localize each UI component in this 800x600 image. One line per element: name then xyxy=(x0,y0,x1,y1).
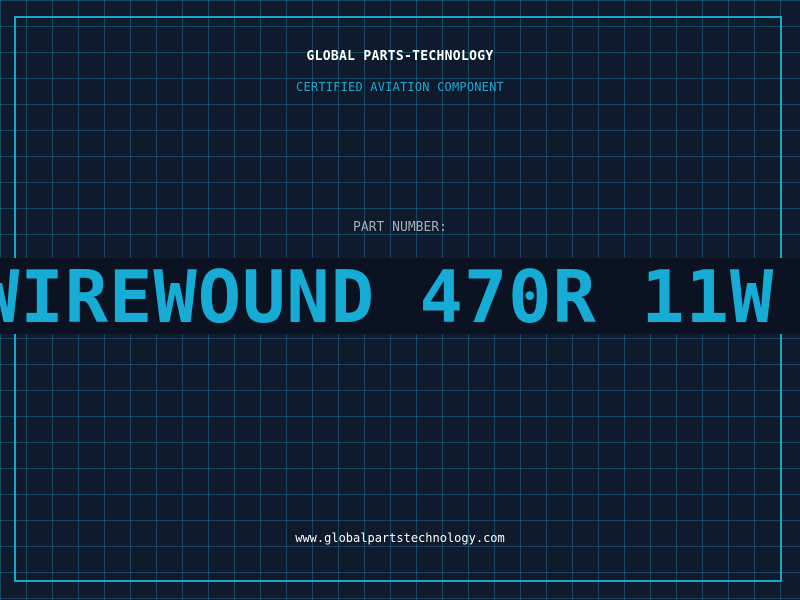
certification-subtitle: CERTIFIED AVIATION COMPONENT xyxy=(296,80,504,94)
part-number-value: WIREWOUND 470R 11W xyxy=(0,258,775,334)
brand-title: GLOBAL PARTS-TECHNOLOGY xyxy=(306,49,494,64)
part-number-band: WIREWOUND 470R 11W xyxy=(0,258,800,334)
certificate-card: GLOBAL PARTS-TECHNOLOGY CERTIFIED AVIATI… xyxy=(0,0,800,600)
website-url: www.globalpartstechnology.com xyxy=(295,531,505,545)
part-number-label: PART NUMBER: xyxy=(353,220,447,235)
